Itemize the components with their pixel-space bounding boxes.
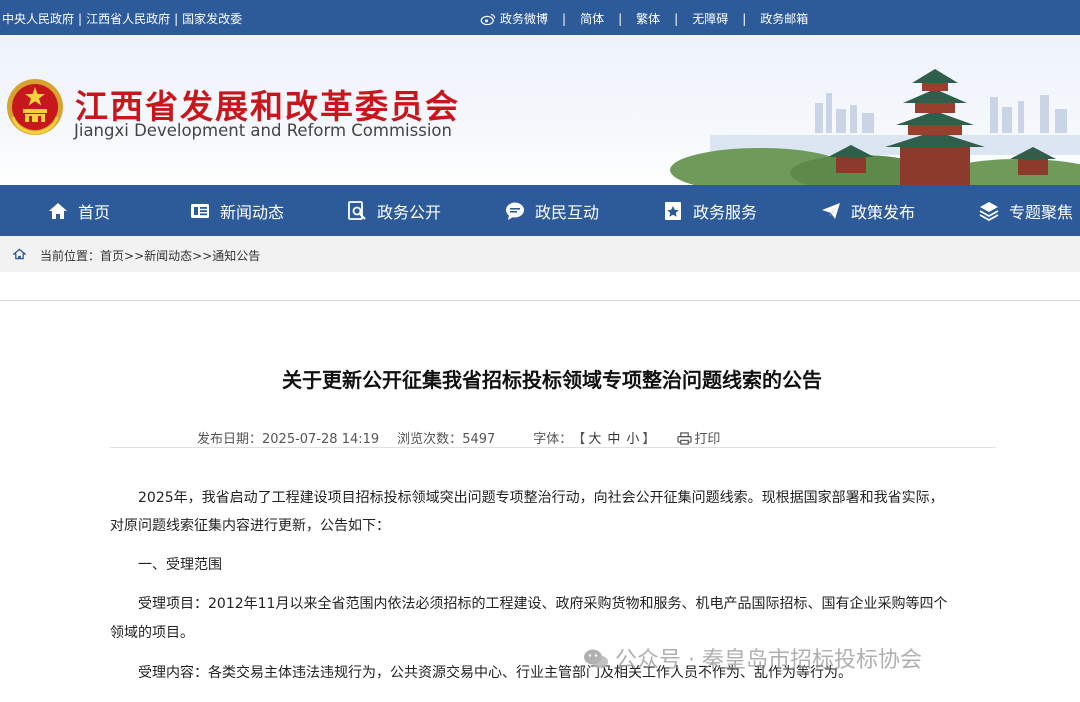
- font-size-controls: 【大中小】: [572, 428, 655, 447]
- article-paragraph: 对原问题线索征集内容进行更新，公告如下：: [110, 512, 990, 540]
- nav-topics-label: 专题聚焦: [1009, 202, 1074, 222]
- separator: |: [674, 12, 679, 26]
- publish-date-label: 发布日期：: [197, 432, 263, 447]
- chat-icon: [506, 202, 524, 220]
- nav-home-label: 首页: [78, 202, 111, 222]
- site-subtitle-en: Jiangxi Development and Reform Commissio…: [74, 121, 452, 140]
- nav-interaction[interactable]: 政民互动: [505, 185, 599, 236]
- breadcrumb-notices[interactable]: 通知公告: [212, 249, 260, 263]
- nav-gov-affairs-label: 政务公开: [377, 202, 442, 222]
- article-paragraph: 受理项目：2012年11月以来全省范围内依法必须招标的工程建设、政府采购货物和服…: [110, 590, 990, 618]
- separator: |: [562, 12, 567, 26]
- bracket-close: 】: [642, 432, 656, 447]
- article-paragraph: 2025年，我省启动了工程建设项目招标投标领域突出问题专项整治行动，向社会公开征…: [110, 484, 990, 512]
- nav-topics[interactable]: 专题聚焦: [979, 185, 1073, 236]
- link-traditional[interactable]: 繁体: [636, 10, 660, 27]
- nav-news-label: 新闻动态: [220, 202, 285, 222]
- print-button[interactable]: 打印: [677, 428, 720, 447]
- nav-news[interactable]: 新闻动态: [190, 185, 284, 236]
- print-label: 打印: [694, 432, 721, 447]
- weibo-label: 政务微博: [500, 12, 549, 26]
- content-divider: [0, 300, 1080, 301]
- paper-plane-icon: [822, 202, 840, 219]
- article-title: 关于更新公开征集我省招标投标领域专项整治问题线索的公告: [282, 368, 822, 392]
- view-count: 5497: [462, 432, 496, 447]
- breadcrumb-separator: >>: [192, 249, 213, 263]
- wechat-watermark: 公众号 · 秦皇岛市招标投标协会: [583, 642, 922, 674]
- views-label: 浏览次数：: [397, 432, 463, 447]
- separator: |: [742, 12, 747, 26]
- watermark-text: 公众号 · 秦皇岛市招标投标协会: [615, 648, 922, 673]
- nav-services[interactable]: 政务服务: [663, 185, 757, 236]
- nav-gov-affairs[interactable]: 政务公开: [347, 185, 441, 236]
- top-bar: 中央人民政府 | 江西省人民政府 | 国家发改委 政务微博 | 简体 | 繁体 | 无障碍 | 政务邮…: [0, 0, 1080, 35]
- font-medium-button[interactable]: 中: [607, 432, 620, 447]
- breadcrumb-news[interactable]: 新闻动态: [144, 249, 192, 263]
- breadcrumb-prefix: 当前位置：: [40, 249, 101, 263]
- breadcrumb: 当前位置：首页>>新闻动态>>通知公告: [0, 236, 1080, 272]
- link-ndrc[interactable]: 国家发改委: [182, 12, 242, 26]
- nav-policy[interactable]: 政策发布: [821, 185, 915, 236]
- weibo-icon: [480, 13, 496, 25]
- nav-services-label: 政务服务: [693, 202, 758, 222]
- top-left-links: 中央人民政府 | 江西省人民政府 | 国家发改委: [2, 10, 242, 27]
- star-bookmark-icon: [665, 201, 681, 220]
- separator: |: [618, 12, 623, 26]
- link-central-government[interactable]: 中央人民政府: [2, 12, 74, 26]
- breadcrumb-path: 当前位置：首页>>新闻动态>>通知公告: [40, 247, 260, 264]
- separator: |: [78, 12, 83, 26]
- link-jiangxi-government[interactable]: 江西省人民政府: [86, 12, 170, 26]
- pavilion-skyline-image: [670, 69, 1080, 185]
- font-small-button[interactable]: 小: [626, 432, 639, 447]
- link-accessibility[interactable]: 无障碍: [692, 10, 728, 27]
- article-meta: 发布日期：2025-07-28 14:19 浏览次数：5497 字体：【大中小】 打印: [197, 428, 720, 447]
- breadcrumb-home[interactable]: 首页: [100, 249, 124, 263]
- font-size-label: 字体：: [533, 432, 573, 447]
- wechat-icon: [584, 649, 608, 669]
- nav-policy-label: 政策发布: [851, 202, 916, 222]
- section-heading-text: 一、受理范围: [138, 557, 222, 573]
- nav-interaction-label: 政民互动: [535, 202, 600, 222]
- top-right-links: 政务微博 | 简体 | 繁体 | 无障碍 | 政务邮箱: [480, 10, 808, 27]
- font-large-button[interactable]: 大: [588, 432, 601, 447]
- layers-icon: [979, 201, 999, 221]
- paragraph-line: 领域的项目。: [110, 625, 194, 641]
- home-icon: [49, 202, 67, 219]
- separator: |: [174, 12, 179, 26]
- news-icon: [191, 203, 209, 218]
- paragraph-line: 2025年，我省启动了工程建设项目招标投标领域突出问题专项整治行动，向社会公开征…: [138, 490, 944, 506]
- publish-date: 2025-07-28 14:19: [262, 432, 380, 447]
- printer-icon: [677, 432, 692, 445]
- main-nav: 首页 新闻动态 政务公开 政民互动 政务服务 政策发布 专题聚焦: [0, 185, 1080, 236]
- national-emblem-logo: [7, 79, 63, 135]
- paragraph-line: 受理项目：2012年11月以来全省范围内依法必须招标的工程建设、政府采购货物和服…: [138, 596, 948, 612]
- weibo-link[interactable]: 政务微博: [480, 10, 548, 27]
- breadcrumb-home-icon: [13, 248, 26, 260]
- link-gov-mailbox[interactable]: 政务邮箱: [760, 10, 808, 27]
- document-search-icon: [348, 200, 366, 220]
- bracket-open: 【: [572, 432, 586, 447]
- section-heading: 一、受理范围: [110, 551, 990, 579]
- paragraph-line: 对原问题线索征集内容进行更新，公告如下：: [110, 518, 390, 534]
- link-simplified[interactable]: 简体: [580, 10, 604, 27]
- meta-divider: [110, 447, 996, 448]
- header-banner: 江西省发展和改革委员会 Jiangxi Development and Refo…: [0, 35, 1080, 185]
- breadcrumb-separator: >>: [124, 249, 145, 263]
- nav-home[interactable]: 首页: [48, 185, 110, 236]
